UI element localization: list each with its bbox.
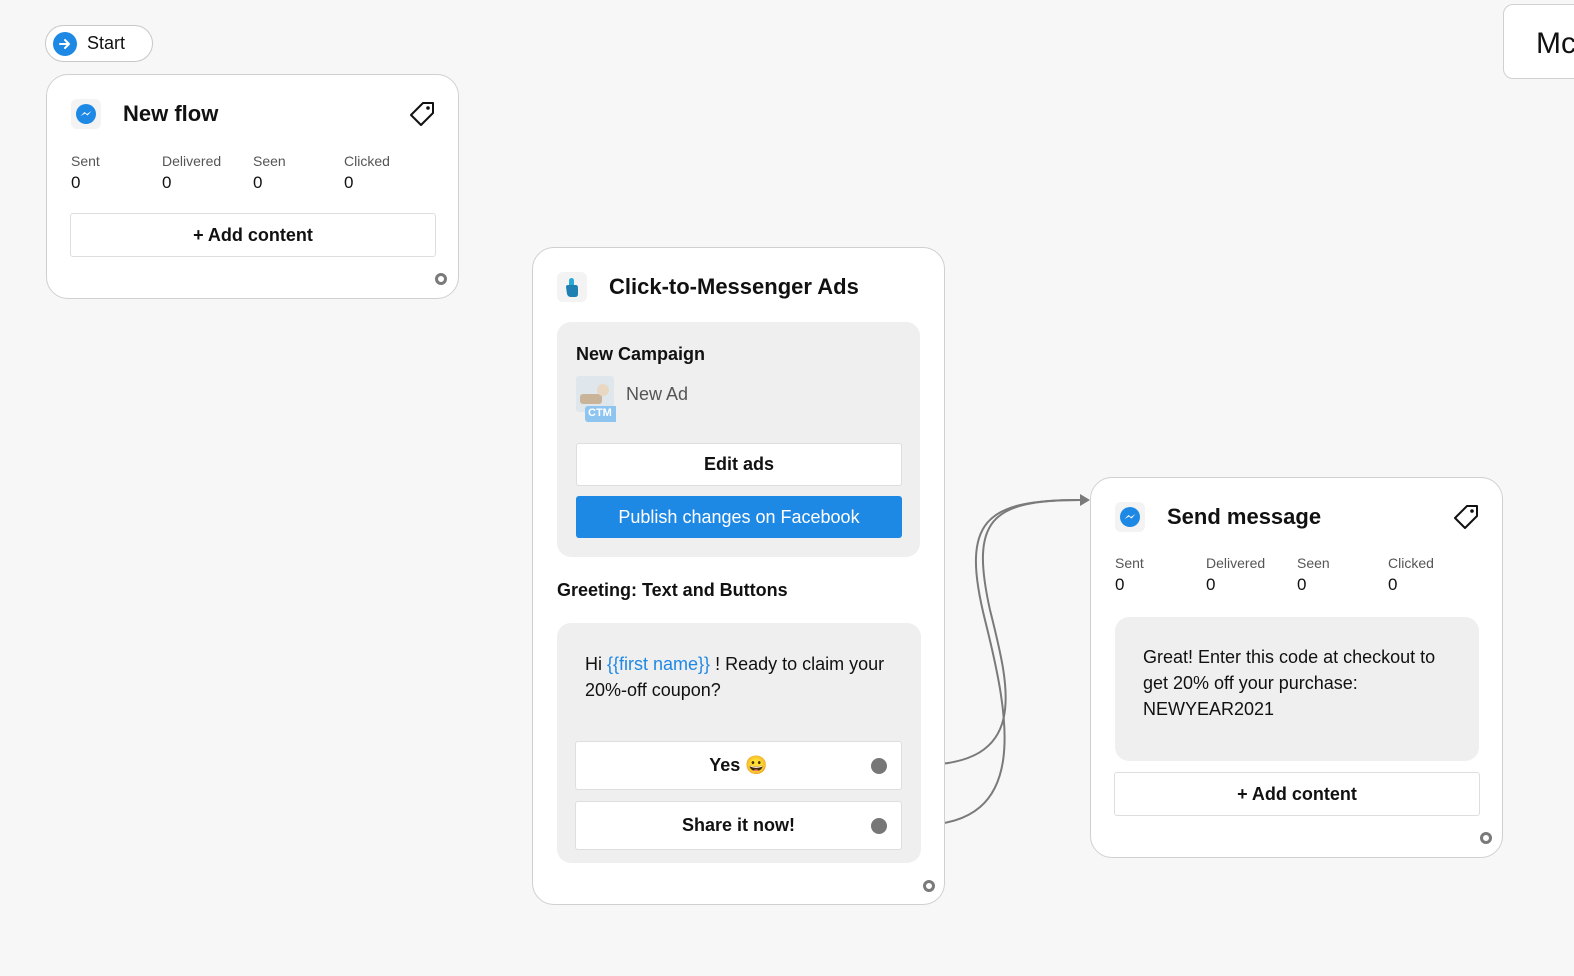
stat-value: 0 — [162, 173, 172, 192]
tag-icon[interactable] — [409, 101, 435, 132]
reply-button-share[interactable]: Share it now! — [575, 801, 902, 850]
edit-ads-button[interactable]: Edit ads — [576, 443, 902, 486]
stat-value: 0 — [253, 173, 263, 192]
stat-label: Delivered — [162, 153, 222, 169]
send-message-stats: Sent 0 Delivered 0 Seen 0 Clicked 0 — [1115, 555, 1479, 595]
stat-label: Sent — [71, 153, 100, 169]
stat-label: Delivered — [1206, 555, 1266, 571]
messenger-icon — [71, 99, 101, 129]
ctm-header: Click-to-Messenger Ads — [557, 272, 859, 302]
stat-sent: Sent 0 — [71, 153, 162, 193]
stat-clicked: Clicked 0 — [344, 153, 435, 193]
stat-label: Seen — [1297, 555, 1330, 571]
message-text: Great! Enter this code at checkout to ge… — [1143, 647, 1436, 719]
stat-label: Seen — [253, 153, 286, 169]
stat-label: Sent — [1115, 555, 1144, 571]
reply-button-label: Share it now! — [681, 815, 795, 835]
output-port[interactable] — [1480, 832, 1492, 844]
new-flow-header: New flow — [71, 99, 218, 129]
arrow-right-icon — [53, 31, 77, 56]
stat-value: 0 — [71, 173, 81, 192]
messenger-icon — [1115, 502, 1145, 532]
output-port[interactable] — [923, 880, 935, 892]
stat-value: 0 — [344, 173, 354, 192]
reply-port[interactable] — [871, 758, 887, 774]
send-message-card[interactable]: Send message Sent 0 Delivered 0 Seen 0 Clic… — [1090, 477, 1503, 858]
connector-arrowhead — [1080, 494, 1090, 506]
greeting-title: Greeting: Text and Buttons — [557, 580, 788, 600]
start-label: Start — [87, 33, 126, 53]
start-node[interactable]: Start — [45, 25, 153, 62]
ad-name: New Ad — [626, 384, 689, 404]
reply-button-label: Yes 😀 — [709, 755, 768, 775]
partial-node-title: Mc — [1536, 27, 1574, 60]
add-content-button[interactable]: + Add content — [70, 213, 436, 257]
campaign-panel: New Campaign CTM New Ad Edit ads Publish… — [557, 322, 920, 557]
greeting-panel: Hi {{first name}} ! Ready to claim your … — [557, 623, 921, 863]
stat-value: 0 — [1297, 575, 1307, 594]
reply-port[interactable] — [871, 818, 887, 834]
new-flow-stats: Sent 0 Delivered 0 Seen 0 Clicked 0 — [71, 153, 435, 193]
send-message-title: Send message — [1167, 504, 1322, 529]
campaign-title: New Campaign — [576, 344, 706, 364]
ctm-card[interactable]: Click-to-Messenger Ads New Campaign CTM … — [532, 247, 945, 905]
ctm-title: Click-to-Messenger Ads — [609, 274, 859, 299]
stat-seen: Seen 0 — [253, 153, 344, 193]
ad-thumbnail-icon: CTM — [576, 376, 619, 422]
first-name-variable: {{first name}} — [607, 654, 711, 674]
stat-seen: Seen 0 — [1297, 555, 1388, 595]
greeting-prefix: Hi — [585, 654, 607, 674]
message-bubble[interactable]: Great! Enter this code at checkout to ge… — [1115, 617, 1479, 761]
ad-badge: CTM — [588, 407, 612, 419]
reply-button-yes[interactable]: Yes 😀 — [575, 741, 902, 790]
stat-value: 0 — [1115, 575, 1125, 594]
stat-sent: Sent 0 — [1115, 555, 1206, 595]
publish-button[interactable]: Publish changes on Facebook — [576, 496, 902, 538]
partial-node-card[interactable]: Mc — [1503, 4, 1574, 79]
tag-icon[interactable] — [1453, 504, 1479, 535]
stat-clicked: Clicked 0 — [1388, 555, 1479, 595]
send-message-header: Send message — [1115, 502, 1321, 532]
new-flow-card[interactable]: New flow Sent 0 Delivered 0 Seen 0 Clicked 0… — [46, 74, 459, 299]
pointer-hand-icon — [557, 272, 587, 302]
stat-value: 0 — [1388, 575, 1398, 594]
add-content-button[interactable]: + Add content — [1114, 772, 1480, 816]
stat-label: Clicked — [344, 153, 390, 169]
stat-label: Clicked — [1388, 555, 1434, 571]
stat-value: 0 — [1206, 575, 1216, 594]
new-flow-title: New flow — [123, 101, 219, 126]
stat-delivered: Delivered 0 — [1206, 555, 1297, 595]
greeting-text: Hi {{first name}} ! Ready to claim your … — [585, 651, 895, 703]
output-port[interactable] — [435, 273, 447, 285]
stat-delivered: Delivered 0 — [162, 153, 253, 193]
